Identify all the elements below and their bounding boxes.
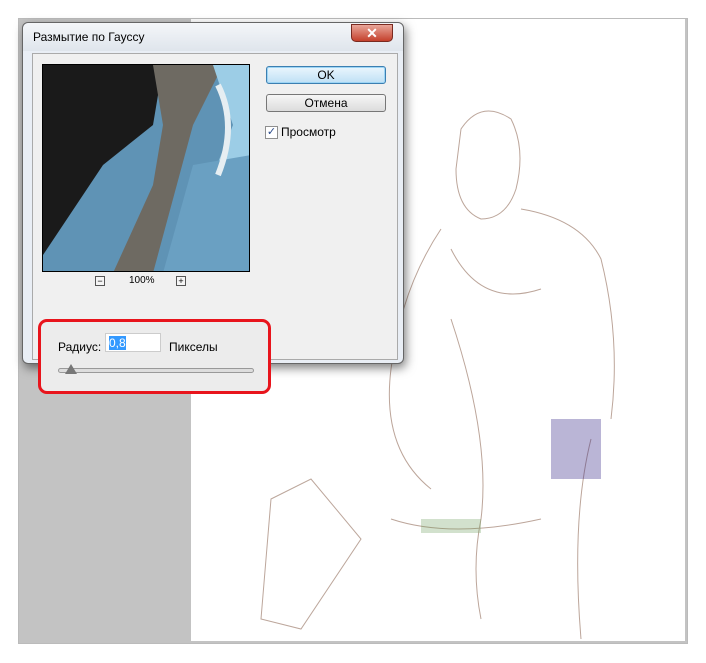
slider-thumb[interactable] [64,364,77,374]
dialog-title: Размытие по Гауссу [33,30,145,44]
title-bar[interactable]: Размытие по Гауссу ✕ [23,23,403,51]
zoom-controls: − 100% + [93,275,203,289]
radius-label: Радиус: [58,340,102,354]
close-icon: ✕ [366,25,378,41]
cancel-button[interactable]: Отмена [266,94,386,112]
zoom-level: 100% [129,275,155,286]
preview-checkbox-label: Просмотр [281,125,336,139]
radius-units: Пикселы [169,340,218,354]
radius-input[interactable]: 0,8 [105,333,161,352]
close-button[interactable]: ✕ [351,24,393,42]
ok-button[interactable]: OK [266,66,386,84]
gaussian-blur-dialog: Размытие по Гауссу ✕ OK Отмена ✓ Просмот… [22,22,404,394]
radius-slider[interactable] [58,364,254,374]
dialog-body: OK Отмена ✓ Просмотр − 100% + Радиус: 0,… [32,53,398,394]
preview-area[interactable] [42,64,250,272]
zoom-in-button[interactable]: + [176,276,186,286]
zoom-out-button[interactable]: − [95,276,105,286]
radius-highlight: Радиус: 0,8 Пикселы [38,319,271,394]
preview-checkbox[interactable]: ✓ Просмотр [265,125,336,139]
preview-image [43,65,249,271]
checkmark-icon[interactable]: ✓ [265,125,278,139]
radius-value: 0,8 [109,336,126,350]
